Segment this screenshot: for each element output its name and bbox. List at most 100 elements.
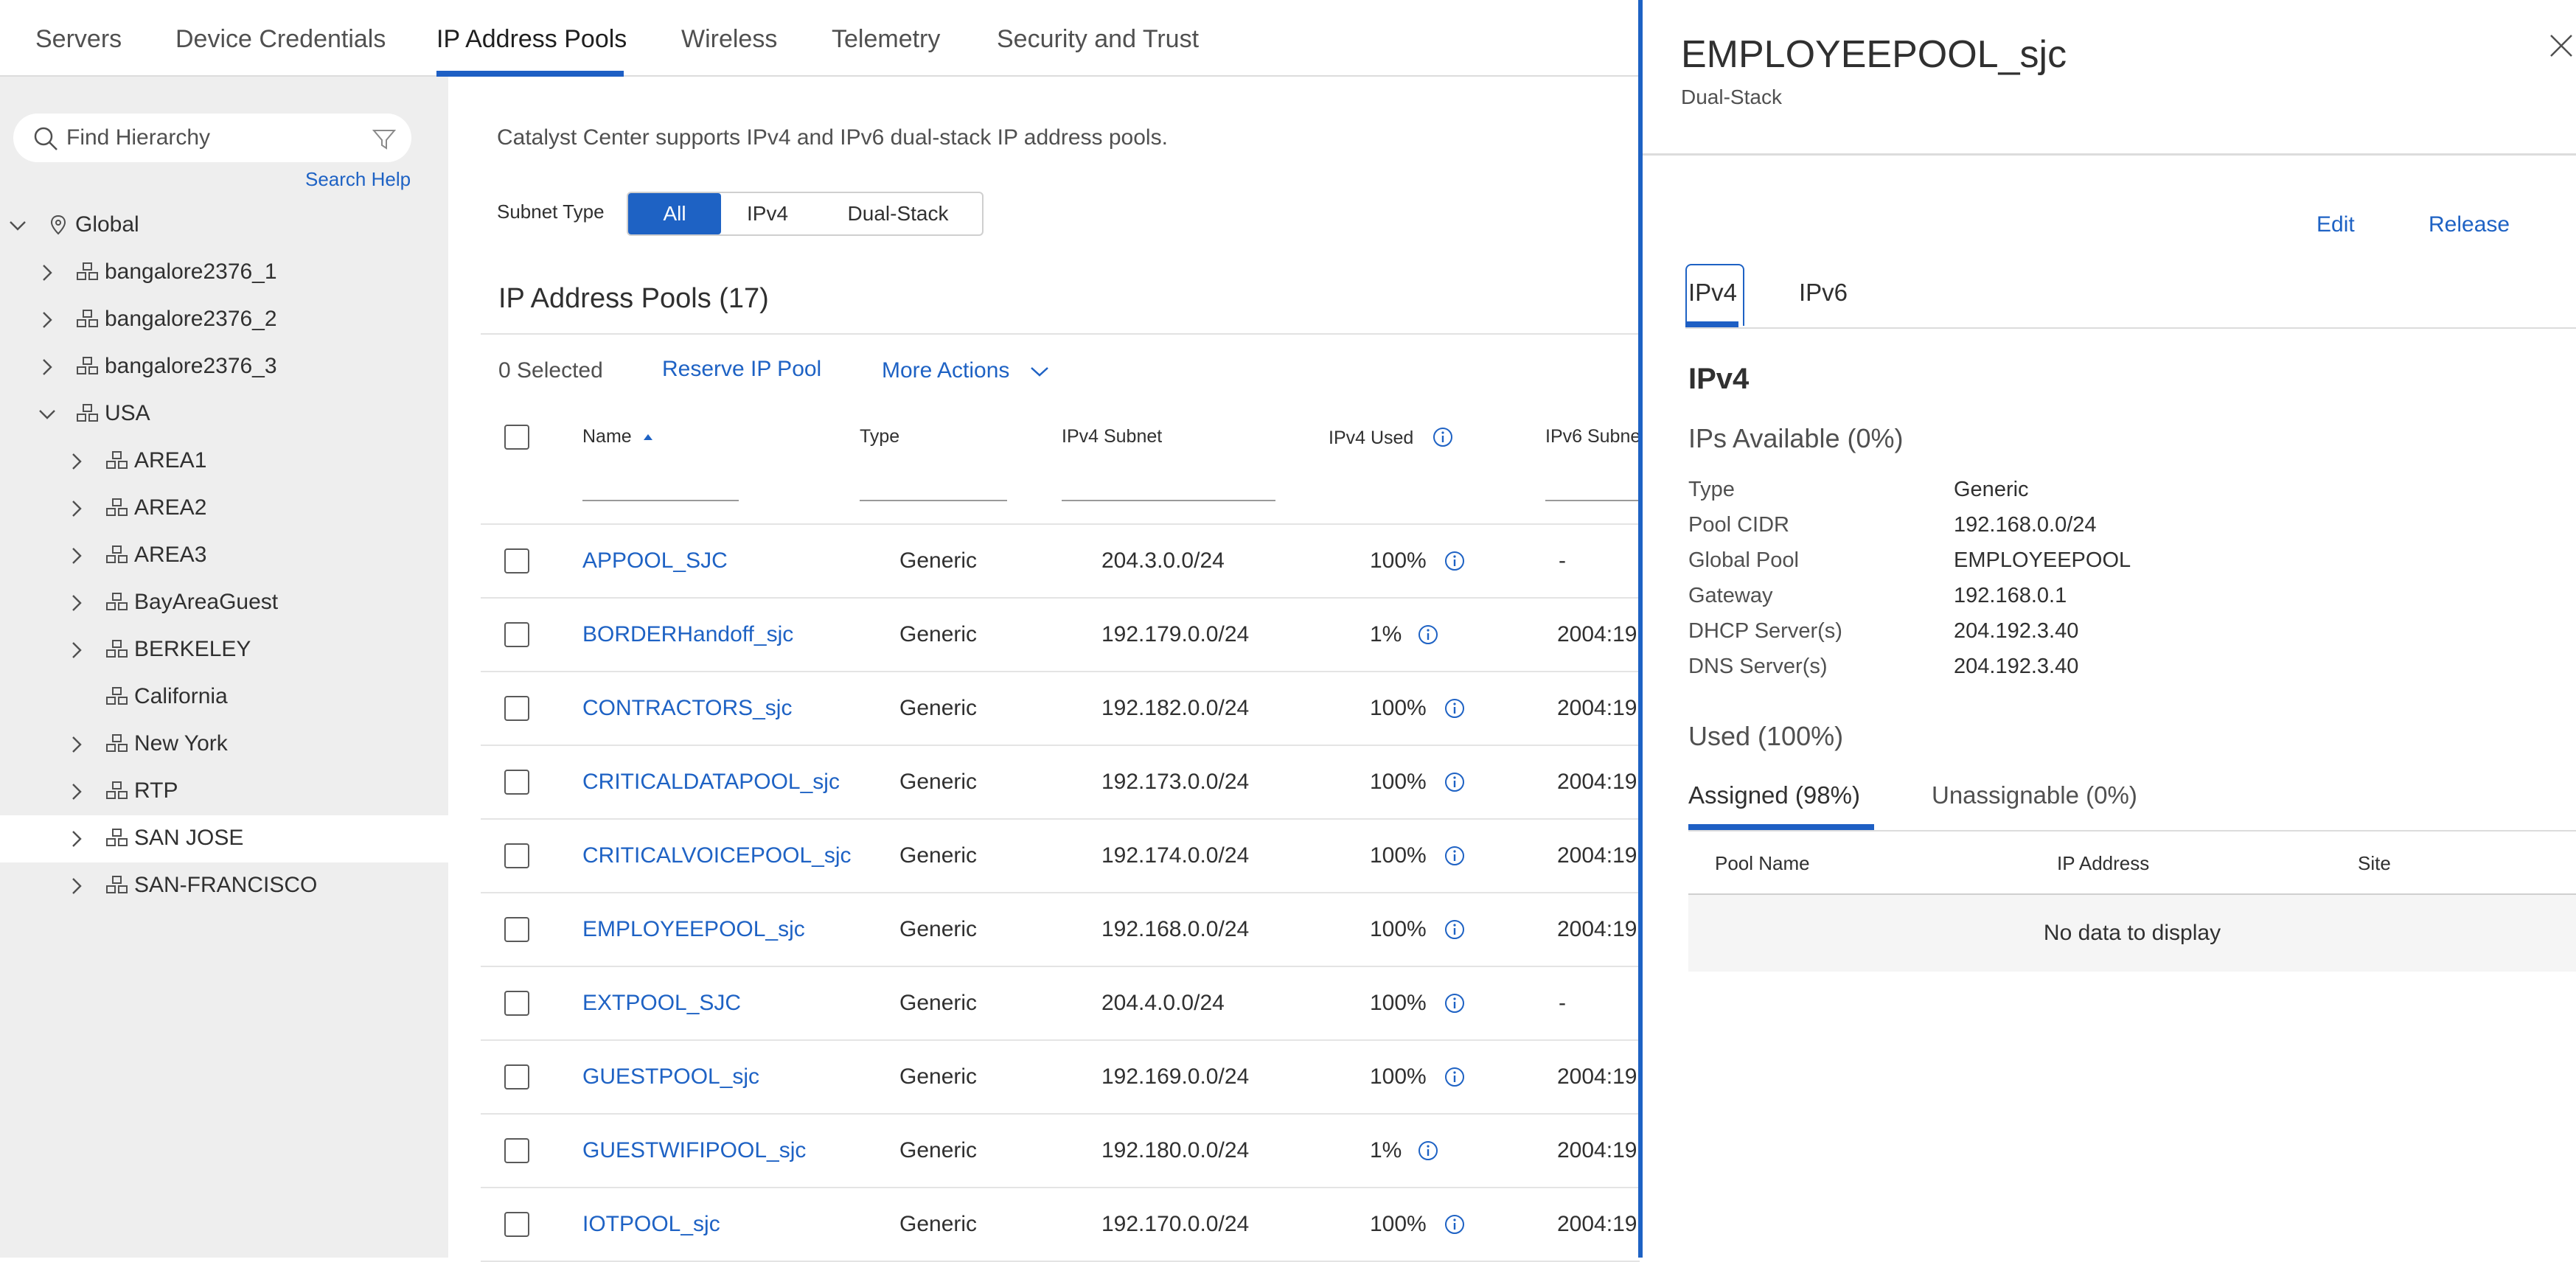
tab-wireless[interactable]: Wireless [681, 25, 777, 54]
tree-item[interactable]: bangalore2376_3 [0, 344, 448, 391]
tree-item[interactable]: RTP [0, 768, 448, 815]
chevron-right-icon[interactable] [66, 451, 87, 472]
info-icon[interactable] [1444, 697, 1466, 719]
info-icon[interactable] [1417, 624, 1439, 646]
tree-item[interactable]: SAN-FRANCISCO [0, 862, 448, 910]
tree-item[interactable]: New York [0, 721, 448, 768]
tree-item[interactable]: California [0, 674, 448, 721]
ipv4-subnet-filter-field[interactable] [1062, 500, 1275, 501]
tab-device-credentials[interactable]: Device Credentials [175, 25, 386, 54]
tree-item[interactable]: BayAreaGuest [0, 579, 448, 627]
search-help-link[interactable]: Search Help [305, 168, 411, 191]
tab-assigned[interactable]: Assigned (98%) [1688, 781, 1860, 809]
more-actions-dropdown[interactable]: More Actions [882, 358, 1048, 383]
column-header-ipv4-used[interactable]: IPv4 Used [1329, 426, 1454, 449]
info-icon[interactable] [1444, 550, 1466, 572]
subnet-type-dual-stack[interactable]: Dual-Stack [814, 193, 982, 234]
table-row[interactable]: CRITICALVOICEPOOL_sjc Generic 192.174.0.0/… [481, 820, 1640, 893]
subnet-type-all[interactable]: All [628, 193, 721, 234]
tree-item[interactable]: AREA2 [0, 485, 448, 532]
pool-name-link[interactable]: CRITICALVOICEPOOL_sjc [582, 843, 852, 868]
row-checkbox[interactable] [504, 770, 529, 795]
table-row[interactable]: CRITICALDATAPOOL_sjc Generic 192.173.0.0/2… [481, 746, 1640, 820]
hierarchy-search-input[interactable]: Find Hierarchy [13, 114, 411, 162]
release-button[interactable]: Release [2429, 212, 2510, 237]
name-filter-field[interactable] [582, 500, 739, 501]
table-row[interactable]: EMPLOYEEPOOL_sjc Generic 192.168.0.0/24 100… [481, 893, 1640, 967]
info-icon[interactable] [1444, 918, 1466, 941]
column-header-site[interactable]: Site [2358, 852, 2391, 875]
tree-item[interactable]: SAN JOSE [0, 815, 448, 862]
info-icon[interactable] [1444, 992, 1466, 1014]
row-checkbox[interactable] [504, 622, 529, 647]
chevron-right-icon[interactable] [66, 593, 87, 613]
table-row[interactable]: GUESTPOOL_sjc Generic 192.169.0.0/24 100% 20… [481, 1041, 1640, 1115]
row-checkbox[interactable] [504, 991, 529, 1016]
table-row[interactable]: CONTRACTORS_sjc Generic 192.182.0.0/24 100%… [481, 672, 1640, 746]
pool-name-link[interactable]: IOTPOOL_sjc [582, 1212, 720, 1237]
reserve-ip-pool-button[interactable]: Reserve IP Pool [662, 357, 821, 382]
info-icon[interactable] [1444, 845, 1466, 867]
chevron-right-icon[interactable] [66, 640, 87, 660]
type-filter-field[interactable] [860, 500, 1007, 501]
chevron-right-icon[interactable] [37, 262, 58, 283]
filter-icon[interactable] [372, 127, 397, 152]
info-icon[interactable] [1444, 1213, 1466, 1235]
column-header-pool-name[interactable]: Pool Name [1715, 852, 1810, 875]
tree-item[interactable]: bangalore2376_1 [0, 249, 448, 296]
tab-ip-address-pools[interactable]: IP Address Pools [436, 25, 627, 54]
info-icon[interactable] [1444, 771, 1466, 793]
pool-name-link[interactable]: EMPLOYEEPOOL_sjc [582, 917, 805, 942]
pool-name-link[interactable]: APPOOL_SJC [582, 548, 728, 574]
row-checkbox[interactable] [504, 843, 529, 868]
close-icon[interactable] [2548, 32, 2575, 59]
table-row[interactable]: APPOOL_SJC Generic 204.3.0.0/24 100% - [481, 525, 1640, 599]
tree-item[interactable]: AREA3 [0, 532, 448, 579]
pool-name-link[interactable]: BORDERHandoff_sjc [582, 622, 793, 647]
tab-servers[interactable]: Servers [35, 25, 122, 54]
edit-button[interactable]: Edit [2316, 212, 2355, 237]
row-checkbox[interactable] [504, 1212, 529, 1237]
row-checkbox[interactable] [504, 1064, 529, 1090]
row-checkbox[interactable] [504, 696, 529, 721]
subnet-type-ipv4[interactable]: IPv4 [721, 193, 814, 234]
chevron-down-icon[interactable] [37, 404, 58, 425]
tab-ipv6[interactable]: IPv6 [1799, 279, 1848, 307]
chevron-down-icon[interactable] [7, 215, 28, 236]
chevron-right-icon[interactable] [66, 829, 87, 849]
table-row[interactable]: BORDERHandoff_sjc Generic 192.179.0.0/24 1%… [481, 599, 1640, 672]
chevron-right-icon[interactable] [66, 781, 87, 802]
chevron-right-icon[interactable] [37, 357, 58, 377]
column-header-name[interactable]: Name [582, 426, 655, 447]
tree-item[interactable]: AREA1 [0, 438, 448, 485]
chevron-right-icon[interactable] [66, 498, 87, 519]
ipv6-subnet-filter-field[interactable] [1545, 500, 1640, 501]
tab-ipv4[interactable]: IPv4 [1688, 279, 1737, 307]
pool-name-link[interactable]: GUESTPOOL_sjc [582, 1064, 759, 1090]
pool-name-link[interactable]: CRITICALDATAPOOL_sjc [582, 770, 840, 795]
tree-item[interactable]: BERKELEY [0, 627, 448, 674]
tree-item[interactable]: USA [0, 391, 448, 438]
row-checkbox[interactable] [504, 1138, 529, 1163]
tab-telemetry[interactable]: Telemetry [832, 25, 940, 54]
chevron-right-icon[interactable] [66, 545, 87, 566]
tree-item[interactable]: Global [0, 202, 448, 249]
row-checkbox[interactable] [504, 548, 529, 574]
column-header-ipv4-subnet[interactable]: IPv4 Subnet [1062, 426, 1162, 447]
pool-name-link[interactable]: GUESTWIFIPOOL_sjc [582, 1138, 806, 1163]
table-row[interactable]: EXTPOOL_SJC Generic 204.4.0.0/24 100% - [481, 967, 1640, 1041]
tree-item[interactable]: bangalore2376_2 [0, 296, 448, 344]
select-all-checkbox[interactable] [504, 425, 529, 450]
info-icon[interactable] [1417, 1140, 1439, 1162]
row-checkbox[interactable] [504, 917, 529, 942]
pool-name-link[interactable]: CONTRACTORS_sjc [582, 696, 792, 721]
pool-name-link[interactable]: EXTPOOL_SJC [582, 991, 741, 1016]
column-header-ipv6-subnet[interactable]: IPv6 Subne [1545, 426, 1640, 447]
tab-unassignable[interactable]: Unassignable (0%) [1932, 781, 2137, 809]
info-icon[interactable] [1444, 1066, 1466, 1088]
column-header-type[interactable]: Type [860, 426, 899, 447]
chevron-right-icon[interactable] [66, 876, 87, 896]
table-row[interactable]: IOTPOOL_sjc Generic 192.170.0.0/24 100% 2004… [481, 1188, 1640, 1262]
tab-security-and-trust[interactable]: Security and Trust [997, 25, 1199, 54]
chevron-right-icon[interactable] [37, 310, 58, 330]
